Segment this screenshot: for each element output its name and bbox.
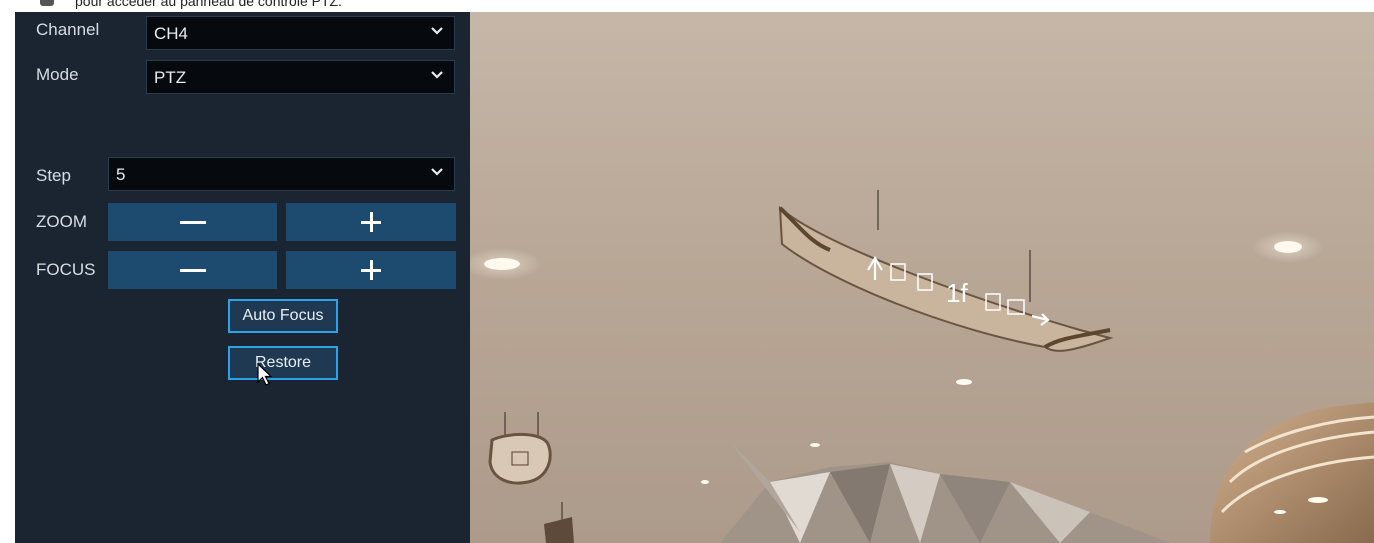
- mode-select[interactable]: PTZ: [146, 60, 455, 94]
- top-note: pour accéder au panneau de contrôle PTZ.: [0, 0, 1374, 12]
- minus-icon: [179, 221, 206, 224]
- channel-label: Channel: [36, 20, 100, 39]
- channel-select-value: CH4: [154, 24, 189, 43]
- note-icon: [40, 0, 54, 6]
- step-select-value: 5: [116, 165, 126, 184]
- sign-floor-text: 1f: [946, 278, 968, 308]
- step-select[interactable]: 5: [108, 157, 455, 191]
- restore-button[interactable]: Restore: [228, 346, 338, 380]
- focus-label: FOCUS: [36, 260, 96, 279]
- camera-scene: 1f: [470, 12, 1374, 543]
- camera-live-view[interactable]: 1f: [470, 12, 1374, 543]
- zoom-out-button[interactable]: [108, 203, 277, 241]
- chevron-down-icon: [431, 168, 443, 176]
- zoom-in-button[interactable]: [286, 203, 456, 241]
- focus-far-button[interactable]: [286, 251, 456, 289]
- mode-select-value: PTZ: [154, 68, 187, 87]
- auto-focus-button[interactable]: Auto Focus: [228, 299, 338, 333]
- chevron-down-icon: [431, 27, 443, 35]
- focus-near-button[interactable]: [108, 251, 277, 289]
- ptz-control-panel: Channel CH4 Mode PTZ Step 5 ZOOM FOCUS A…: [15, 12, 470, 543]
- channel-select[interactable]: CH4: [146, 16, 455, 50]
- chevron-down-icon: [431, 71, 443, 79]
- minus-icon: [179, 269, 206, 272]
- top-note-text: pour accéder au panneau de contrôle PTZ.: [75, 0, 342, 9]
- mode-label: Mode: [36, 65, 79, 84]
- mouse-cursor-icon: [257, 363, 273, 386]
- step-label: Step: [36, 166, 71, 185]
- zoom-label: ZOOM: [36, 212, 87, 231]
